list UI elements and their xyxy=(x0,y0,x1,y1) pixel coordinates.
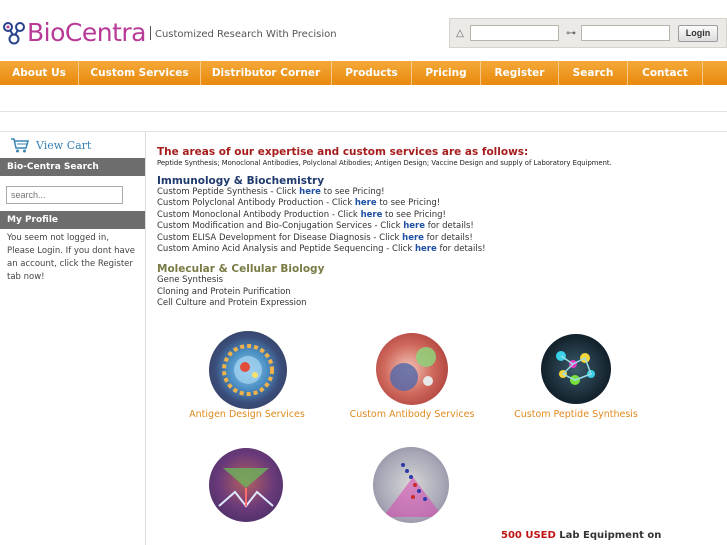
list-item-text: for details! xyxy=(436,244,486,255)
login-button[interactable]: Login xyxy=(678,24,718,42)
list-item-text: for details! xyxy=(423,232,473,243)
page-headline: The areas of our expertise and custom se… xyxy=(157,146,529,158)
nav-distributor-corner[interactable]: Distributor Corner xyxy=(201,61,332,85)
search-panel xyxy=(0,176,145,211)
logo-tagline: Customized Research With Precision xyxy=(154,29,337,40)
list-item-text: Custom Modification and Bio-Conjugation … xyxy=(157,221,404,232)
list-item-text: for details! xyxy=(425,221,474,232)
promo-text: Lab Equipment on xyxy=(555,530,662,541)
logo-text: BioCentra xyxy=(27,18,146,47)
sidebar-search-input[interactable] xyxy=(6,186,123,204)
profile-message: You seem not logged in, Please Login. If… xyxy=(7,233,136,282)
nav-pricing[interactable]: Pricing xyxy=(412,61,481,85)
here-link[interactable]: here xyxy=(415,244,437,254)
list-item-text: Custom ELISA Development for Disease Dia… xyxy=(157,232,403,243)
here-link[interactable]: here xyxy=(402,233,424,243)
view-cart-link[interactable]: View Cart xyxy=(0,132,145,158)
list-item-text: to see Pricing! xyxy=(382,209,446,220)
nav-custom-services[interactable]: Custom Services xyxy=(79,61,201,85)
here-link[interactable]: here xyxy=(361,210,383,220)
list-item: Custom Peptide Synthesis - Click here to… xyxy=(157,187,717,198)
key-icon: ⊶ xyxy=(566,27,576,39)
molecule-logo-icon xyxy=(3,21,25,44)
protein-structure-icon xyxy=(218,468,274,508)
here-link[interactable]: here xyxy=(299,187,321,197)
protein-structure-image[interactable] xyxy=(209,448,283,522)
search-heading: Bio-Centra Search xyxy=(0,158,145,176)
logo-divider xyxy=(149,25,151,40)
list-item: Custom Polyclonal Antibody Production - … xyxy=(157,198,717,209)
main-content: The areas of our expertise and custom se… xyxy=(157,146,717,310)
logo[interactable]: BioCentra Customized Research With Preci… xyxy=(2,18,337,47)
immunology-list: Custom Peptide Synthesis - Click here to… xyxy=(157,187,717,255)
list-item-text: Custom Monoclonal Antibody Production - … xyxy=(157,209,361,220)
cell-illustration-icon xyxy=(390,347,436,391)
nav-products[interactable]: Products xyxy=(332,61,412,85)
view-cart-label: View Cart xyxy=(36,138,92,152)
antibody-services-link[interactable]: Custom Antibody Services xyxy=(337,409,487,420)
list-item: Custom ELISA Development for Disease Dia… xyxy=(157,233,717,244)
list-item: Cell Culture and Protein Expression xyxy=(157,298,307,309)
list-item: Custom Modification and Bio-Conjugation … xyxy=(157,221,717,232)
header: BioCentra Customized Research With Preci… xyxy=(0,0,727,60)
main-nav: About Us Custom Services Distributor Cor… xyxy=(0,61,727,85)
nav-contact[interactable]: Contact xyxy=(628,61,703,85)
password-input[interactable] xyxy=(581,25,670,41)
page-subline: Peptide Synthesis; Monoclonal Antibodies… xyxy=(157,159,612,167)
list-item: Custom Amino Acid Analysis and Peptide S… xyxy=(157,244,717,255)
scatter-plot-icon xyxy=(383,463,443,517)
divider xyxy=(0,111,727,112)
here-link[interactable]: here xyxy=(403,221,425,231)
nav-search[interactable]: Search xyxy=(559,61,628,85)
list-item-text: Custom Peptide Synthesis - Click xyxy=(157,187,300,197)
list-item: Custom Monoclonal Antibody Production - … xyxy=(157,210,717,221)
antigen-design-image[interactable] xyxy=(209,331,287,409)
login-box: △ ⊶ Login xyxy=(449,18,727,48)
nav-about-us[interactable]: About Us xyxy=(0,61,79,85)
list-item-text: to see Pricing! xyxy=(320,187,385,197)
username-input[interactable] xyxy=(470,25,559,41)
list-item: Gene Synthesis xyxy=(157,275,224,286)
warning-triangle-icon: △ xyxy=(456,27,464,39)
data-plot-image[interactable] xyxy=(373,447,449,523)
peptide-synthesis-link[interactable]: Custom Peptide Synthesis xyxy=(501,409,651,420)
profile-heading: My Profile xyxy=(0,211,145,229)
molecular-biology-list: Gene Synthesis Cloning and Protein Purif… xyxy=(157,275,717,309)
antigen-design-link[interactable]: Antigen Design Services xyxy=(172,409,322,420)
lab-equipment-promo[interactable]: 500 USED Lab Equipment on xyxy=(501,530,661,541)
sidebar: View Cart Bio-Centra Search My Profile Y… xyxy=(0,132,146,545)
list-item-text: Custom Polyclonal Antibody Production - … xyxy=(157,198,355,209)
list-item: Cloning and Protein Purification xyxy=(157,286,291,297)
promo-count: 500 USED xyxy=(501,530,556,541)
here-link[interactable]: here xyxy=(355,198,377,208)
molecular-biology-title: Molecular & Cellular Biology xyxy=(157,263,325,276)
peptide-synthesis-image[interactable] xyxy=(541,334,611,404)
antibody-services-image[interactable] xyxy=(376,333,448,405)
shopping-cart-icon xyxy=(11,138,29,153)
immunology-title: Immunology & Biochemistry xyxy=(157,175,325,187)
list-item-text: to see Pricing! xyxy=(376,198,441,209)
list-item-text: Custom Amino Acid Analysis and Peptide S… xyxy=(157,244,415,255)
nav-register[interactable]: Register xyxy=(481,61,559,85)
virus-illustration-icon xyxy=(222,344,274,396)
peptide-molecule-icon xyxy=(556,351,595,385)
